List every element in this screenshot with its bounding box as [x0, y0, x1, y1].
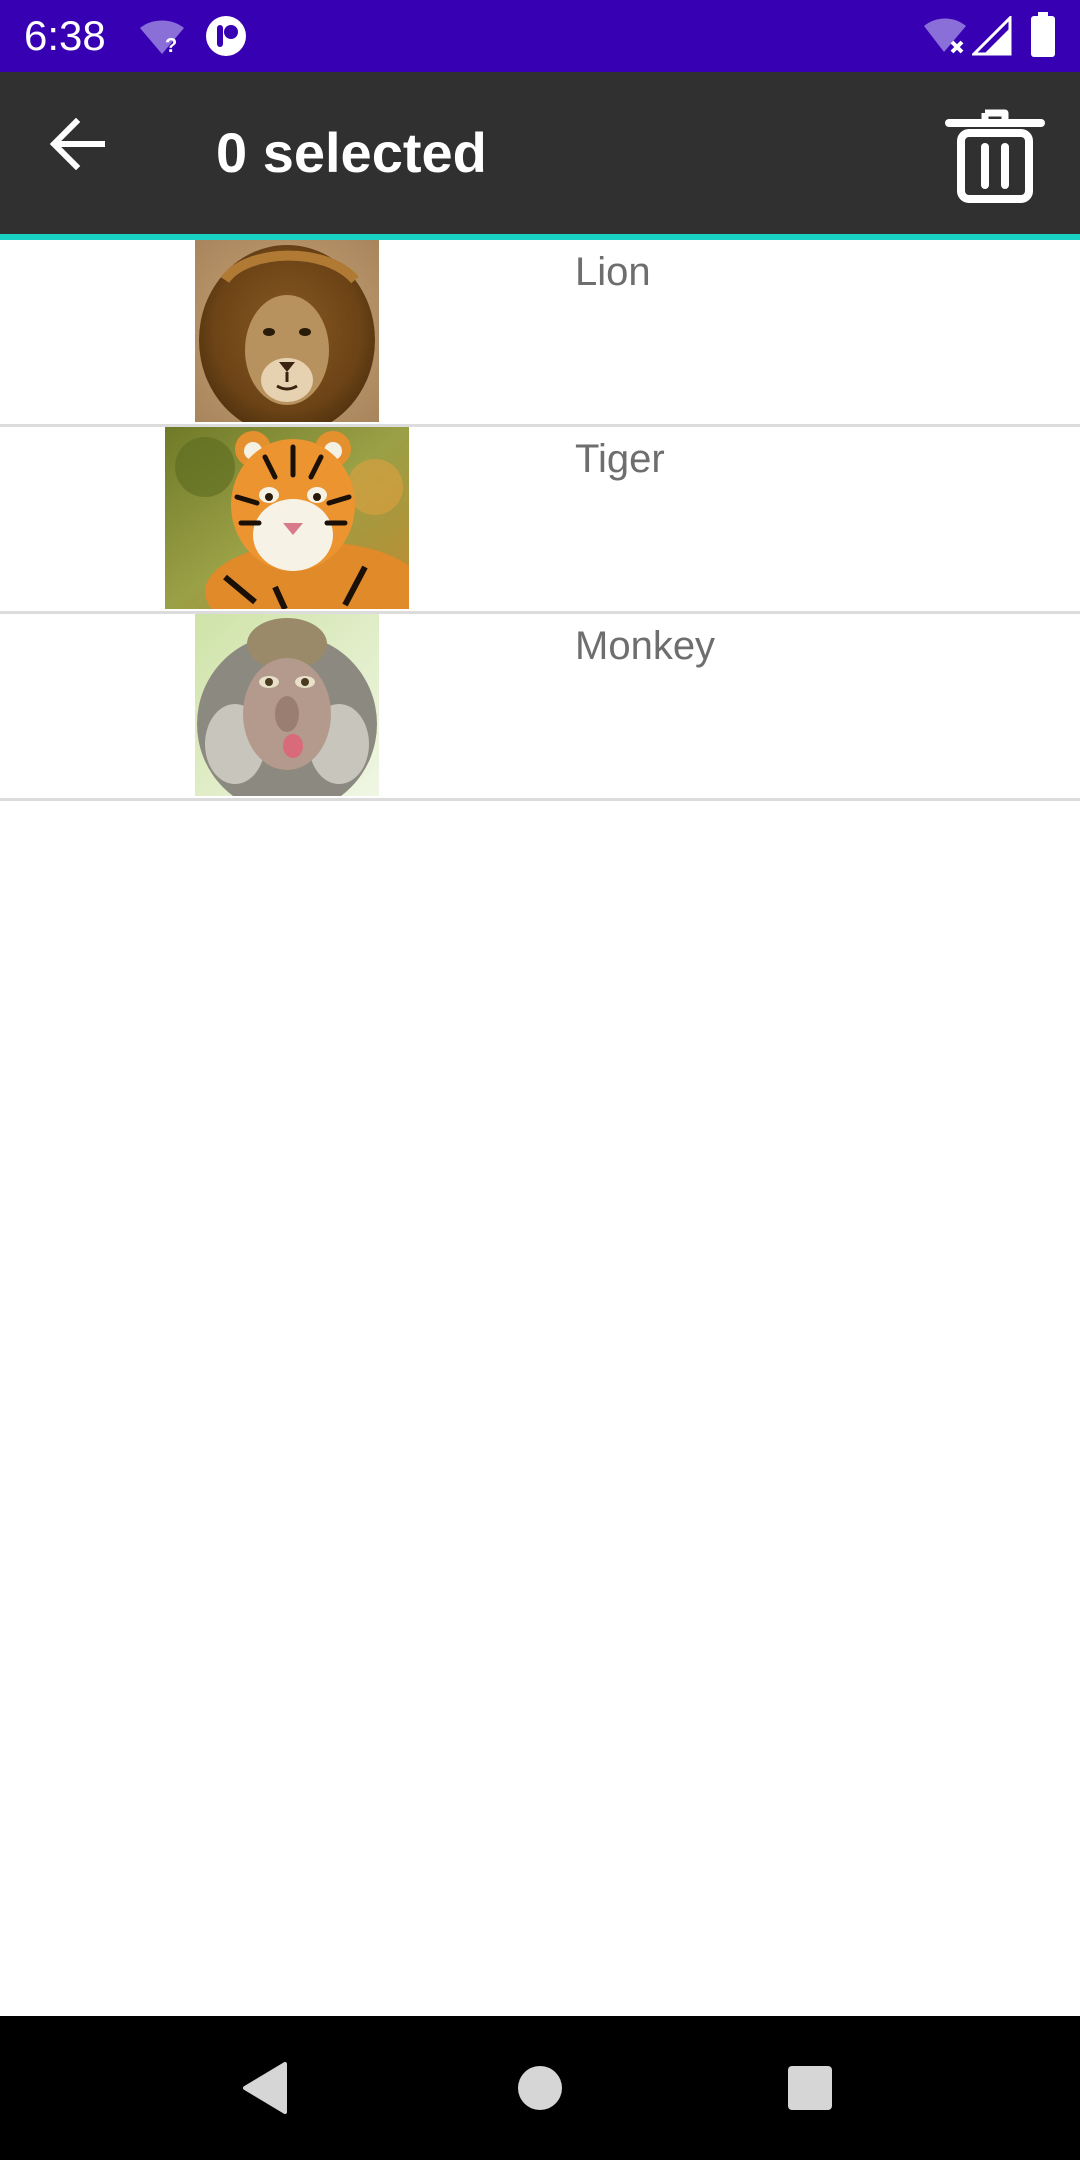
- screen: 6:38 ? 0 selected Lion Tiger Monkey: [0, 0, 1080, 2160]
- wifi-no-internet-icon: [924, 18, 966, 54]
- delete-button[interactable]: [940, 100, 1050, 210]
- arrow-back-icon: [50, 118, 105, 170]
- list-item-monkey[interactable]: Monkey: [0, 614, 1080, 801]
- back-button[interactable]: [30, 96, 126, 192]
- nav-home-button[interactable]: [498, 2046, 582, 2130]
- selection-count-title: 0 selected: [216, 121, 487, 184]
- action-mode-toolbar: [0, 72, 1080, 234]
- tiger-photo: [165, 427, 409, 609]
- home-circle-icon: [518, 2066, 562, 2110]
- nav-back-button[interactable]: [225, 2046, 309, 2130]
- list-item-label: Tiger: [575, 437, 665, 481]
- trash-icon: [945, 109, 1045, 203]
- battery-icon: [1031, 12, 1055, 57]
- monkey-photo: [195, 614, 379, 796]
- animal-list: Lion Tiger Monkey: [0, 240, 1080, 801]
- list-item-lion[interactable]: Lion: [0, 240, 1080, 427]
- status-time: 6:38: [24, 12, 106, 59]
- back-triangle-icon: [243, 2062, 287, 2114]
- cell-signal-icon: [972, 16, 1012, 56]
- recents-square-icon: [788, 2066, 832, 2110]
- svg-text:?: ?: [165, 35, 177, 56]
- status-bar: 6:38 ?: [0, 0, 1080, 72]
- nav-recents-button[interactable]: [768, 2046, 852, 2130]
- navigation-bar: [0, 2016, 1080, 2160]
- list-item-label: Lion: [575, 250, 651, 294]
- list-item-label: Monkey: [575, 624, 716, 668]
- wifi-unknown-icon: ?: [140, 20, 184, 56]
- lion-photo: [195, 240, 379, 422]
- list-item-tiger[interactable]: Tiger: [0, 427, 1080, 614]
- app-notification-icon: [206, 16, 246, 56]
